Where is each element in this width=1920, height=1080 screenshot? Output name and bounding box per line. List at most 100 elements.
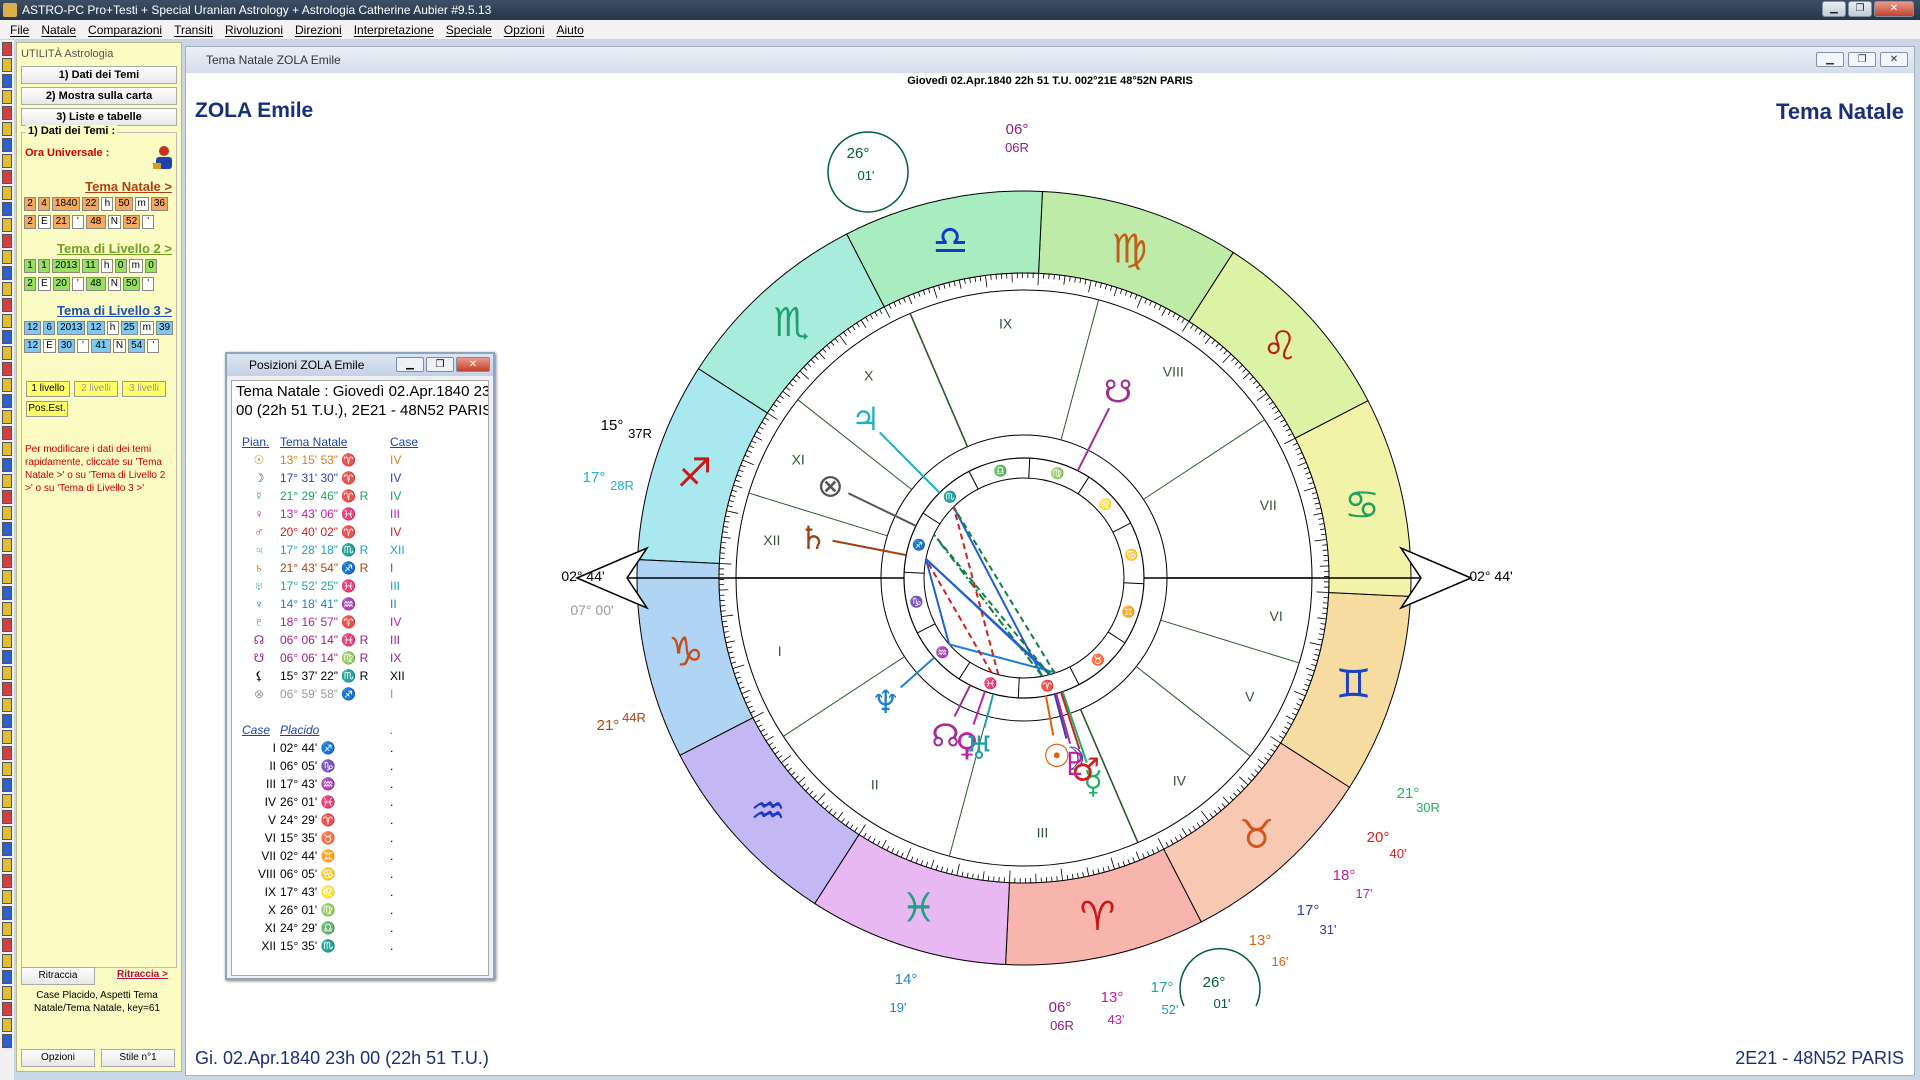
maximize-button[interactable]: ❐: [1848, 1, 1872, 17]
person-icon[interactable]: [150, 143, 176, 175]
livello3-coord-row[interactable]: 12 E 30 ' 41 N 54 ': [24, 339, 160, 353]
natale-date-row[interactable]: 2 4 1840 22 h 50 m 36: [24, 197, 168, 211]
color-swatch[interactable]: [2, 298, 12, 312]
color-swatch[interactable]: [2, 666, 12, 680]
color-swatch[interactable]: [2, 42, 12, 56]
tema-livello2-link[interactable]: Tema di Livello 2 >: [57, 241, 172, 256]
color-swatch[interactable]: [2, 826, 12, 840]
positions-minimize-button[interactable]: ▁: [396, 357, 424, 372]
color-swatch[interactable]: [2, 602, 12, 616]
close-button[interactable]: ✕: [1874, 1, 1914, 17]
color-swatch[interactable]: [2, 970, 12, 984]
color-swatch[interactable]: [2, 922, 12, 936]
menu-file[interactable]: File: [4, 20, 35, 39]
color-swatch[interactable]: [2, 714, 12, 728]
color-swatch[interactable]: [2, 938, 12, 952]
color-swatch[interactable]: [2, 186, 12, 200]
color-swatch[interactable]: [2, 762, 12, 776]
color-swatch[interactable]: [2, 874, 12, 888]
livello3-date-row[interactable]: 12 6 2013 12 h 25 m 39: [24, 321, 174, 335]
color-swatch[interactable]: [2, 74, 12, 88]
color-swatch[interactable]: [2, 58, 12, 72]
color-swatch[interactable]: [2, 458, 12, 472]
livello2-coord-row[interactable]: 2 E 20 ' 48 N 50 ': [24, 277, 155, 291]
color-swatch[interactable]: [2, 986, 12, 1000]
chart-close-button[interactable]: ✕: [1880, 52, 1908, 67]
color-swatch[interactable]: [2, 346, 12, 360]
color-swatch[interactable]: [2, 202, 12, 216]
color-swatch[interactable]: [2, 858, 12, 872]
color-swatch[interactable]: [2, 890, 12, 904]
color-swatch[interactable]: [2, 794, 12, 808]
color-swatch[interactable]: [2, 506, 12, 520]
menu-rivoluzioni[interactable]: Rivoluzioni: [219, 20, 289, 39]
color-swatch[interactable]: [2, 234, 12, 248]
color-swatch[interactable]: [2, 522, 12, 536]
mostra-carta-button[interactable]: 2) Mostra sulla carta: [21, 87, 177, 105]
stile-button[interactable]: Stile n°1: [101, 1049, 175, 1067]
color-swatch[interactable]: [2, 218, 12, 232]
color-swatch[interactable]: [2, 90, 12, 104]
color-swatch[interactable]: [2, 634, 12, 648]
color-swatch[interactable]: [2, 122, 12, 136]
color-swatch[interactable]: [2, 1018, 12, 1032]
menu-aiuto[interactable]: Aiuto: [550, 20, 589, 39]
menu-speciale[interactable]: Speciale: [440, 20, 498, 39]
liste-tabelle-button[interactable]: 3) Liste e tabelle: [21, 108, 177, 126]
ritraccia-link[interactable]: Ritraccia >: [117, 969, 168, 980]
color-swatch[interactable]: [2, 730, 12, 744]
color-swatch[interactable]: [2, 266, 12, 280]
color-swatch[interactable]: [2, 442, 12, 456]
color-swatch[interactable]: [2, 698, 12, 712]
color-swatch[interactable]: [2, 650, 12, 664]
color-swatch[interactable]: [2, 138, 12, 152]
level1-button[interactable]: 1 livello: [26, 381, 70, 397]
ritraccia-button[interactable]: Ritraccia: [21, 967, 95, 985]
color-swatch[interactable]: [2, 362, 12, 376]
color-swatch[interactable]: [2, 954, 12, 968]
color-swatch[interactable]: [2, 410, 12, 424]
color-swatch[interactable]: [2, 1034, 12, 1048]
positions-list[interactable]: Tema Natale : Giovedì 02.Apr.1840 23h 00…: [231, 380, 489, 976]
color-swatch[interactable]: [2, 538, 12, 552]
tema-natale-link[interactable]: Tema Natale >: [85, 179, 172, 194]
color-swatch[interactable]: [2, 778, 12, 792]
color-swatch[interactable]: [2, 682, 12, 696]
color-swatch[interactable]: [2, 394, 12, 408]
pos-est-button[interactable]: Pos.Est.: [26, 401, 68, 417]
color-swatch[interactable]: [2, 490, 12, 504]
color-swatch[interactable]: [2, 314, 12, 328]
color-swatch[interactable]: [2, 906, 12, 920]
natale-coord-row[interactable]: 2 E 21 ' 48 N 52 ': [24, 215, 155, 229]
color-swatch[interactable]: [2, 570, 12, 584]
color-swatch[interactable]: [2, 154, 12, 168]
color-swatch[interactable]: [2, 618, 12, 632]
color-swatch[interactable]: [2, 810, 12, 824]
color-swatch[interactable]: [2, 378, 12, 392]
menu-transiti[interactable]: Transiti: [168, 20, 219, 39]
color-swatch[interactable]: [2, 106, 12, 120]
color-swatch[interactable]: [2, 554, 12, 568]
chart-minimize-button[interactable]: ▁: [1816, 52, 1844, 67]
positions-close-button[interactable]: ✕: [456, 357, 490, 372]
color-swatch[interactable]: [2, 746, 12, 760]
color-swatch[interactable]: [2, 474, 12, 488]
menu-comparazioni[interactable]: Comparazioni: [82, 20, 168, 39]
color-swatch[interactable]: [2, 250, 12, 264]
color-swatch[interactable]: [2, 282, 12, 296]
livello2-date-row[interactable]: 1 1 2013 11 h 0 m 0: [24, 259, 157, 273]
color-swatch[interactable]: [2, 842, 12, 856]
menu-natale[interactable]: Natale: [35, 20, 82, 39]
tema-livello3-link[interactable]: Tema di Livello 3 >: [57, 303, 172, 318]
color-swatch[interactable]: [2, 1002, 12, 1016]
menu-opzioni[interactable]: Opzioni: [498, 20, 551, 39]
color-swatch[interactable]: [2, 170, 12, 184]
level3-button[interactable]: 3 livelli: [122, 381, 166, 397]
opzioni-button[interactable]: Opzioni: [21, 1049, 95, 1067]
menu-direzioni[interactable]: Direzioni: [289, 20, 348, 39]
positions-maximize-button[interactable]: ❐: [426, 357, 454, 372]
chart-restore-button[interactable]: ❐: [1848, 52, 1876, 67]
minimize-button[interactable]: ▁: [1822, 1, 1846, 17]
color-swatch[interactable]: [2, 426, 12, 440]
menu-interpretazione[interactable]: Interpretazione: [348, 20, 440, 39]
